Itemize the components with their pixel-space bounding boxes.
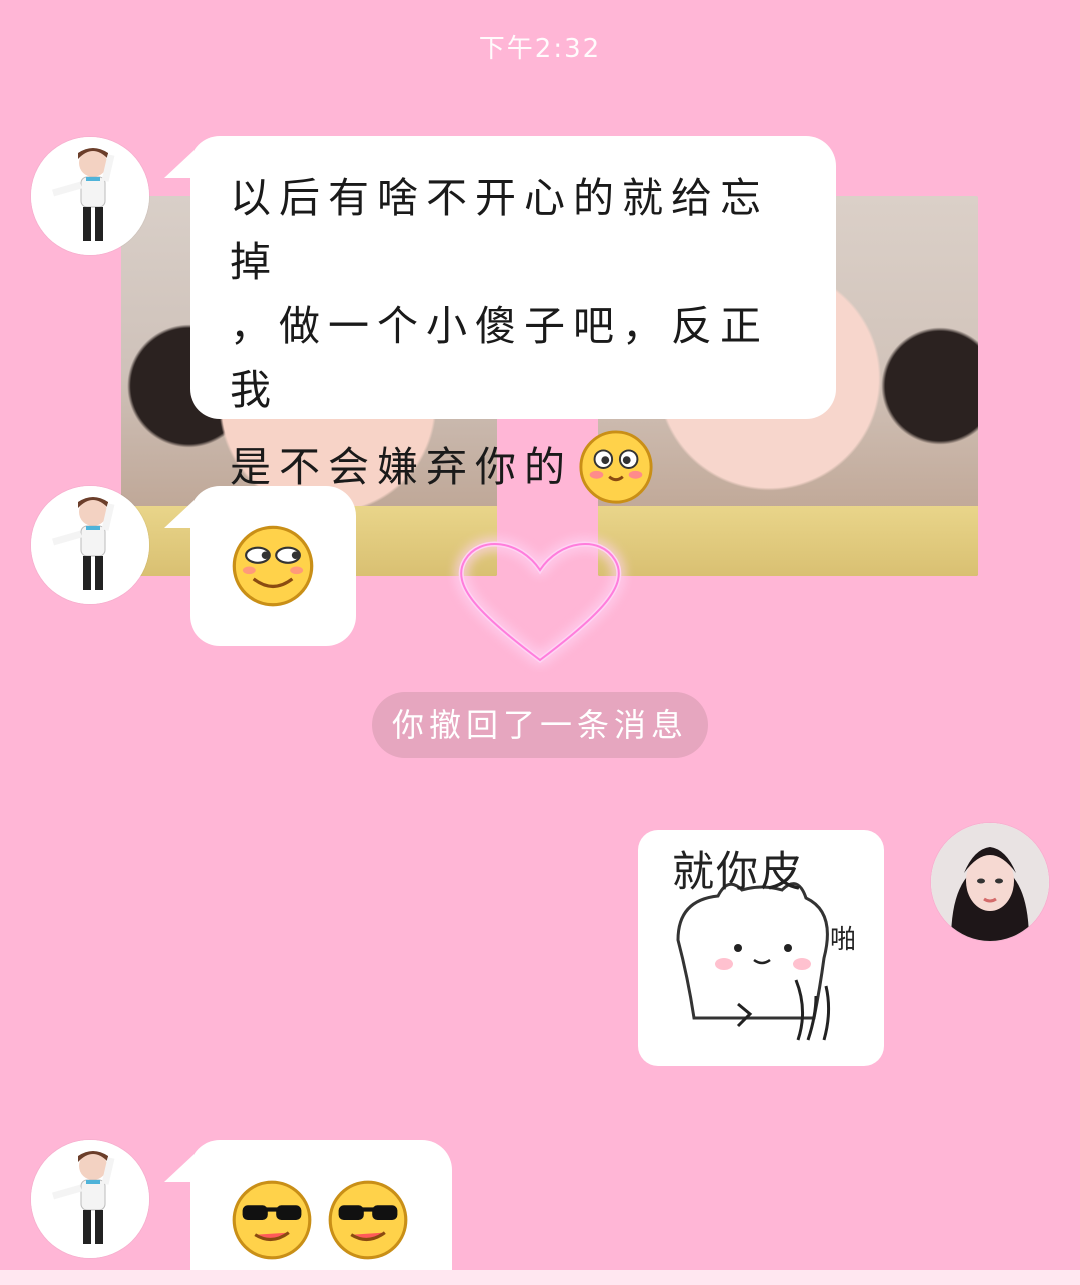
timestamp: 下午2:32 xyxy=(478,34,602,64)
cool-emoji-icon xyxy=(232,1180,312,1260)
bottom-bar xyxy=(0,1270,1080,1285)
sticker-message[interactable]: 就你皮 啪 xyxy=(638,830,884,1066)
boy-cartoon-icon xyxy=(31,137,149,255)
cool-emoji-icon xyxy=(328,1180,408,1260)
boy-cartoon-icon xyxy=(31,486,149,604)
contact-avatar[interactable] xyxy=(31,486,149,604)
emoji-message-bubble[interactable] xyxy=(190,1140,452,1285)
boy-cartoon-icon xyxy=(31,1140,149,1258)
blush-emoji-icon xyxy=(579,430,653,504)
contact-avatar[interactable] xyxy=(31,1140,149,1258)
chat-screen: 下午2:32 以后有啥不开心的就给忘掉 ，做一个小傻子吧，反正我 是不会嫌弃你的 xyxy=(0,0,1080,1285)
contact-avatar[interactable] xyxy=(31,137,149,255)
message-text-line: ，做一个小傻子吧，反正我 xyxy=(230,302,769,414)
heart-glow-decoration xyxy=(458,541,622,664)
message-bubble[interactable]: 以后有啥不开心的就给忘掉 ，做一个小傻子吧，反正我 是不会嫌弃你的 xyxy=(190,136,836,504)
emoji-message-bubble[interactable] xyxy=(190,486,356,646)
message-text-line: 以后有啥不开心的就给忘掉 xyxy=(230,174,769,286)
girl-photo-icon xyxy=(931,823,1049,941)
sticker-caption: 就你皮 xyxy=(672,847,805,896)
self-avatar[interactable] xyxy=(931,823,1049,941)
sticker-sound-text: 啪 xyxy=(830,925,856,955)
recall-notice: 你撤回了一条消息 xyxy=(372,692,708,758)
smirk-emoji-icon xyxy=(232,525,314,607)
